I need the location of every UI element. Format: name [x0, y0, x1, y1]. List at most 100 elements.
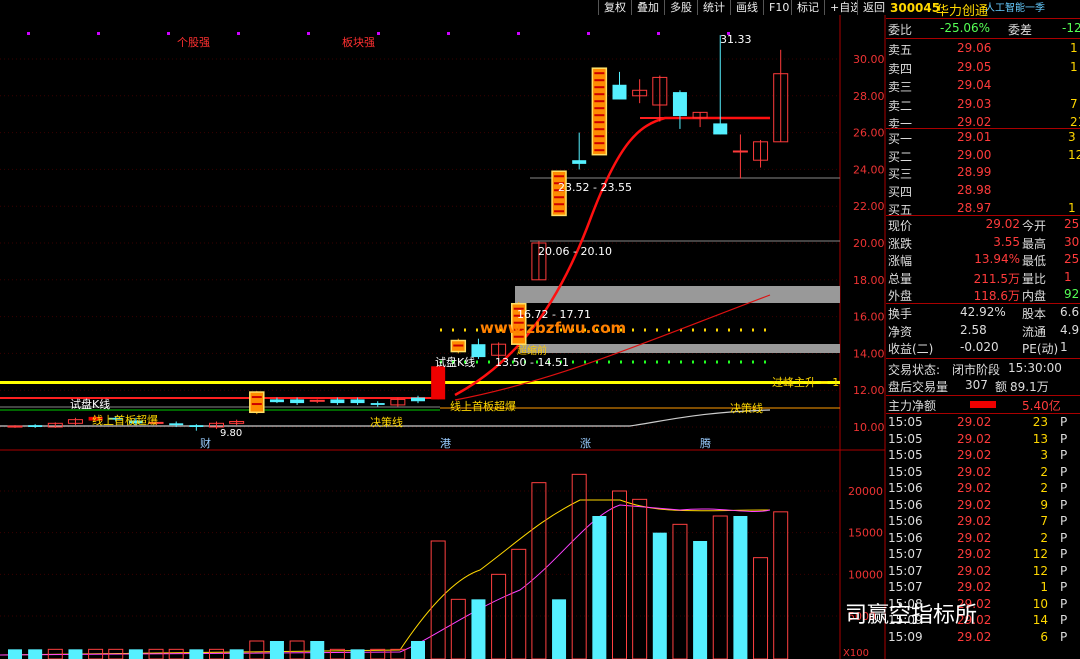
volume-bar [68, 649, 83, 659]
panel-divider [886, 38, 1080, 39]
annotation-label: 20.06 - 20.10 [538, 245, 612, 258]
volume-bar [411, 641, 425, 659]
quote-value: 4.93 [1060, 322, 1080, 337]
volume-bar [652, 532, 667, 659]
after-hours-volume: 307 [965, 378, 988, 392]
ask-price: 29.03 [957, 96, 992, 111]
tick-time: 15:07 [888, 580, 923, 594]
annotation-label: 个股强 [177, 36, 210, 49]
annotation-label: 试盘K线 [435, 355, 475, 369]
tick-direction: P [1060, 547, 1068, 561]
toolbar-button[interactable]: 返回 [857, 0, 890, 15]
tick-direction: P [1060, 415, 1068, 429]
ask-volume: 1 [1070, 41, 1078, 55]
toolbar-button[interactable]: 多股 [664, 0, 697, 15]
volume-bar [229, 649, 244, 659]
annotation-label: 决策线 [730, 401, 763, 415]
candle-body [411, 397, 425, 402]
tick-direction: P [1060, 431, 1068, 446]
tick-direction: P [1060, 497, 1068, 512]
toolbar-button[interactable]: 统计 [697, 0, 730, 15]
tick-time: 15:07 [888, 547, 923, 561]
price-tick-label: 14.00 [853, 347, 885, 360]
quote-value: 25 [1064, 252, 1080, 266]
candle-body [350, 399, 365, 404]
ask-price: 29.05 [957, 59, 992, 74]
tick-volume: 12 [1032, 547, 1048, 561]
trade-status-time: 15:30:00 [1008, 361, 1062, 375]
marker-dot [307, 32, 310, 35]
after-hours-amount-label: 额 [995, 380, 1008, 394]
tick-volume: 2 [1040, 530, 1048, 545]
quote-label: 外盘 [888, 289, 913, 303]
tick-volume: 2 [1040, 464, 1048, 479]
quote-value: 3.55 [993, 234, 1020, 249]
ask-price: 29.06 [957, 41, 992, 55]
quote-label: 今开 [1022, 219, 1047, 233]
bid-price: 28.98 [957, 183, 992, 198]
quote-value: 30 [1064, 234, 1080, 249]
bid-label: 买四 [888, 185, 913, 200]
tick-time: 15:09 [888, 629, 923, 644]
tick-price: 29.02 [957, 514, 992, 528]
price-tick-label: 12.00 [853, 384, 885, 397]
price-tick-label: 30.00 [853, 53, 885, 66]
tick-price: 29.02 [957, 629, 992, 644]
price-tick-label: 24.00 [853, 163, 885, 176]
quote-value: 1 [1064, 269, 1072, 284]
toolbar-button[interactable]: 复权 [598, 0, 631, 15]
overlay-watermark: www.zbzfwu.com [480, 319, 626, 337]
panel-divider [886, 215, 1080, 216]
bid-label: 买二 [888, 149, 913, 164]
volume-bar [471, 599, 486, 659]
tick-time: 15:06 [888, 497, 923, 512]
tick-volume: 3 [1040, 448, 1048, 462]
bid-label: 买一 [888, 132, 913, 146]
main-net-bar [970, 401, 996, 408]
price-tick-label: 16.00 [853, 311, 885, 324]
toolbar-button[interactable]: F10 [763, 0, 795, 15]
toolbar-button[interactable]: 标记 [791, 0, 824, 15]
tick-direction: P [1060, 563, 1068, 578]
tick-direction: P [1060, 481, 1068, 495]
after-hours-label: 盘后交易量 [888, 380, 949, 394]
candle-body [309, 399, 325, 402]
stock-code: 300045 [890, 1, 941, 15]
watermark-text: 司赢空指标所 [845, 603, 978, 628]
weibi-value: -25.06% [940, 21, 991, 35]
quote-value: 29.02 [985, 217, 1020, 231]
ask-label: 卖五 [888, 43, 913, 57]
ask-price: 29.04 [957, 78, 992, 92]
tick-direction: P [1060, 448, 1068, 462]
candle-body [612, 84, 627, 100]
quote-value: 13.94% [974, 252, 1020, 266]
quote-label: 总量 [888, 271, 913, 286]
tick-price: 29.02 [957, 547, 992, 561]
candle-body [28, 425, 43, 427]
tick-direction: P [1060, 629, 1068, 644]
bid-volume: 1 [1068, 200, 1076, 215]
tick-volume: 14 [1032, 613, 1048, 627]
toolbar-button[interactable]: 叠加 [631, 0, 664, 15]
quote-value: 6.63 [1060, 305, 1080, 319]
annotation-label: 腾 [700, 436, 711, 450]
tick-direction: P [1060, 530, 1068, 545]
grey-zone-bar [515, 286, 840, 303]
quote-value: 118.6万 [973, 289, 1020, 303]
candle-body [169, 423, 184, 426]
marker-dot [657, 32, 660, 35]
candle-body [269, 399, 284, 403]
volume-bar [733, 516, 748, 659]
annotation-label: 试盘K线 [70, 397, 110, 411]
annotation-label: 线上首板超爆 [450, 399, 516, 413]
panel-divider [886, 303, 1080, 304]
ask-volume: 7 [1070, 96, 1078, 111]
candle-body [189, 425, 204, 427]
annotation-label: 超缩前 [517, 344, 547, 357]
toolbar-button[interactable]: 画线 [730, 0, 763, 15]
tick-price: 29.02 [957, 431, 992, 446]
annotation-label: 财 [200, 436, 211, 450]
trade-status-label: 交易状态: [888, 363, 941, 377]
volume-bar [310, 641, 325, 659]
annotation-label: 9.80 [220, 428, 242, 439]
